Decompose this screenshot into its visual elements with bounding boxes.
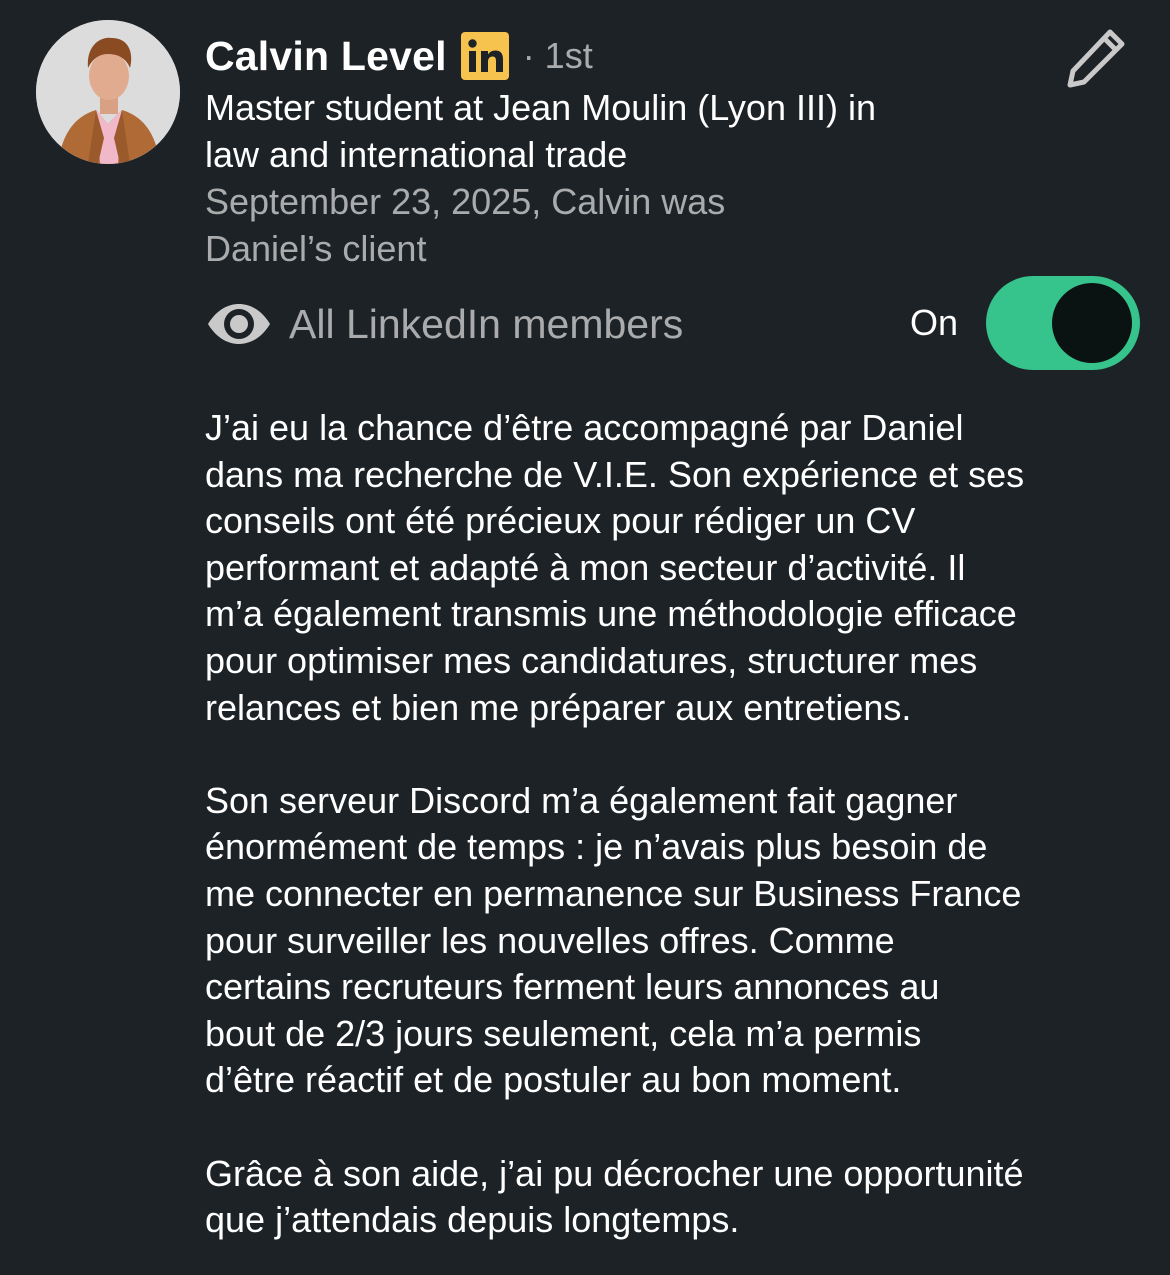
name-row: Calvin Level · 1st (205, 28, 593, 84)
visibility-toggle[interactable] (986, 276, 1140, 370)
toggle-state-label: On (910, 302, 959, 343)
recommendation-paragraph: Son serveur Discord m’a également fait g… (205, 779, 1022, 1101)
avatar[interactable] (36, 20, 180, 164)
recommendation-paragraph: J’ai eu la chance d’être accompagné par … (205, 407, 1025, 728)
member-name[interactable]: Calvin Level (205, 33, 447, 80)
connection-degree: · 1st (522, 35, 593, 76)
headline-text: Master student at Jean Moulin (Lyon III)… (205, 87, 876, 175)
visibility-setting: All LinkedIn members (205, 296, 683, 352)
edit-button[interactable] (1062, 22, 1132, 92)
toggle-knob (1052, 283, 1132, 363)
visibility-label: All LinkedIn members (289, 300, 684, 347)
meta-text: September 23, 2025, Calvin was Daniel’s … (205, 181, 726, 269)
recommendation-text: J’ai eu la chance d’être accompagné par … (205, 405, 1165, 1244)
linkedin-icon (460, 32, 509, 80)
eye-icon (205, 302, 273, 346)
pencil-icon (1067, 29, 1125, 88)
recommendation-paragraph: Grâce à son aide, j’ai pu décrocher une … (205, 1152, 1024, 1241)
recommendation-meta: September 23, 2025, Calvin was Daniel’s … (205, 178, 845, 272)
avatar-photo (36, 20, 180, 164)
member-headline: Master student at Jean Moulin (Lyon III)… (205, 84, 1025, 178)
